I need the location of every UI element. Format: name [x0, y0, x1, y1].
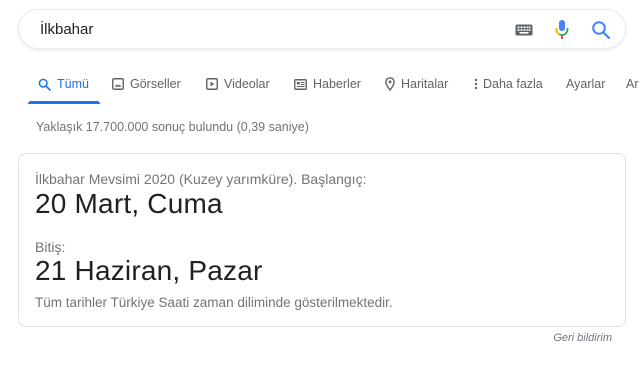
tab-settings[interactable]: Ayarlar	[566, 76, 605, 92]
tab-videos[interactable]: Videolar	[206, 76, 270, 92]
search-icon[interactable]	[591, 20, 611, 40]
tab-label: Ar	[626, 77, 639, 91]
search-bar[interactable]: İlkbahar	[18, 9, 626, 49]
end-date: 21 Haziran, Pazar	[35, 255, 263, 286]
end-label: Bitiş:	[35, 239, 66, 255]
images-icon	[112, 78, 124, 90]
tab-tools[interactable]: Ar	[626, 76, 639, 92]
timezone-note: Tüm tarihler Türkiye Saati zaman dilimin…	[35, 295, 393, 310]
more-vert-icon	[474, 78, 478, 90]
microphone-icon[interactable]	[555, 19, 569, 41]
tab-label: Görseller	[130, 77, 181, 91]
map-pin-icon	[385, 77, 395, 91]
tab-label: Ayarlar	[566, 77, 606, 91]
tab-label: Haberler	[313, 77, 361, 91]
tab-maps[interactable]: Haritalar	[385, 76, 448, 92]
tab-label: Haritalar	[401, 77, 449, 91]
tab-more[interactable]: Daha fazla	[474, 76, 543, 92]
keyboard-icon[interactable]	[515, 24, 533, 36]
tab-images[interactable]: Görseller	[112, 76, 181, 92]
news-icon	[294, 78, 307, 90]
season-heading: İlkbahar Mevsimi 2020 (Kuzey yarımküre).…	[35, 171, 367, 187]
tab-label: Videolar	[224, 77, 270, 91]
feedback-link[interactable]: Geri bildirim	[553, 332, 612, 344]
tab-news[interactable]: Haberler	[294, 76, 361, 92]
search-input[interactable]: İlkbahar	[40, 21, 93, 38]
tab-all[interactable]: Tümü	[38, 76, 89, 92]
season-answer-card: İlkbahar Mevsimi 2020 (Kuzey yarımküre).…	[18, 153, 626, 327]
search-icon	[38, 78, 51, 91]
tab-label: Daha fazla	[483, 77, 543, 91]
result-stats: Yaklaşık 17.700.000 sonuç bulundu (0,39 …	[36, 120, 309, 134]
tab-label: Tümü	[57, 77, 89, 91]
start-date: 20 Mart, Cuma	[35, 188, 223, 219]
search-tabs: Tümü Görseller Videolar Haberler Harital…	[0, 66, 640, 106]
active-tab-indicator	[28, 101, 100, 104]
video-icon	[206, 78, 218, 90]
